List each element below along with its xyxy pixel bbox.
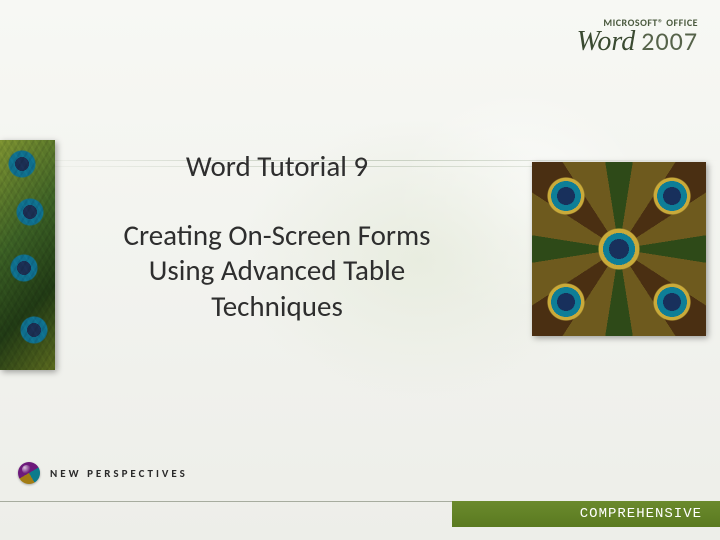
brand-product-line: Word 2007 [577, 29, 698, 56]
level-label: COMPREHENSIVE [580, 506, 702, 522]
product-brand: MICROSOFT® OFFICE Word 2007 [577, 16, 698, 56]
level-badge: COMPREHENSIVE [452, 501, 720, 527]
series-mark: NEW PERSPECTIVES [18, 462, 188, 484]
brand-product-name: Word [577, 29, 636, 56]
decorative-feather-tile [532, 162, 706, 336]
series-label: NEW PERSPECTIVES [50, 467, 188, 480]
title-block: Word Tutorial 9 Creating On-Screen Forms… [112, 148, 442, 324]
tutorial-title: Creating On-Screen Forms Using Advanced … [112, 218, 442, 324]
brand-product-year: 2007 [641, 29, 698, 54]
tutorial-number: Word Tutorial 9 [112, 148, 442, 184]
decorative-feather-strip [0, 140, 55, 370]
series-logo-icon [18, 462, 40, 484]
